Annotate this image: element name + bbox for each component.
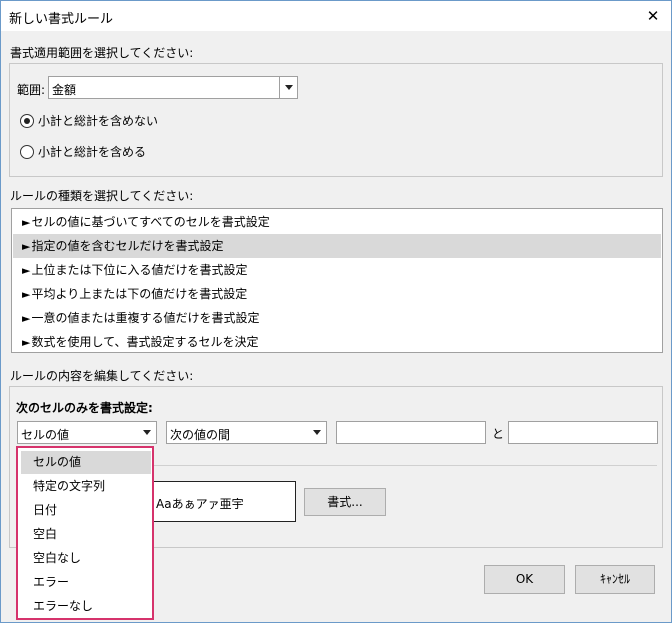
condition-label: 次のセルのみを書式設定:	[16, 401, 153, 415]
range-select-value: 金額	[52, 83, 77, 97]
cancel-button[interactable]: ｷｬﾝｾﾙ	[575, 565, 655, 594]
range-select[interactable]: 金額	[48, 76, 298, 99]
operator-select-arrow[interactable]	[308, 422, 326, 443]
format-preview: Aaあぁアァ亜宇	[148, 481, 296, 522]
chevron-down-icon	[313, 430, 321, 435]
arrow-right-icon: ►	[22, 288, 31, 301]
dropdown-option[interactable]: 空白なし	[21, 547, 151, 570]
field-select-arrow[interactable]	[138, 422, 156, 443]
preview-sample-text: Aaあぁアァ亜宇	[156, 497, 244, 511]
dropdown-option[interactable]: 特定の文字列	[21, 475, 151, 498]
arrow-right-icon: ►	[22, 312, 31, 325]
arrow-right-icon: ►	[22, 240, 31, 253]
radio-exclude-totals-control[interactable]	[20, 113, 34, 128]
and-label: と	[492, 427, 505, 441]
radio-include-totals-label: 小計と総計を含める	[38, 145, 147, 159]
rule-type-section-label: ルールの種類を選択してください:	[10, 189, 194, 203]
dropdown-option[interactable]: 空白	[21, 523, 151, 546]
rule-type-list[interactable]: ►セルの値に基づいてすべてのセルを書式設定 ►指定の値を含むセルだけを書式設定 …	[11, 208, 663, 353]
rule-type-item-label: セルの値に基づいてすべてのセルを書式設定	[31, 215, 270, 229]
rule-type-item-label: 数式を使用して、書式設定するセルを決定	[31, 335, 259, 349]
rule-type-item[interactable]: ►セルの値に基づいてすべてのセルを書式設定	[13, 210, 661, 234]
value1-input[interactable]	[336, 421, 486, 444]
ok-button[interactable]: OK	[484, 565, 565, 594]
range-select-arrow[interactable]	[279, 77, 297, 98]
operator-select-value: 次の値の間	[170, 428, 231, 442]
dropdown-option[interactable]: エラー	[21, 571, 151, 594]
arrow-right-icon: ►	[22, 216, 31, 229]
dropdown-option[interactable]: 日付	[21, 499, 151, 522]
range-label: 範囲:	[17, 83, 46, 97]
rule-type-item-label: 一意の値または重複する値だけを書式設定	[31, 311, 260, 325]
radio-include-totals[interactable]: 小計と総計を含める	[20, 143, 146, 160]
field-select-dropdown[interactable]: セルの値 特定の文字列 日付 空白 空白なし エラー エラーなし	[16, 446, 154, 620]
chevron-down-icon	[143, 430, 151, 435]
arrow-right-icon: ►	[22, 264, 31, 277]
radio-include-totals-control[interactable]	[20, 144, 34, 159]
rule-type-item-label: 指定の値を含むセルだけを書式設定	[31, 239, 224, 253]
dropdown-option[interactable]: セルの値	[21, 451, 151, 474]
dropdown-option[interactable]: エラーなし	[21, 595, 151, 618]
rule-type-item[interactable]: ►一意の値または重複する値だけを書式設定	[13, 306, 661, 330]
value2-input[interactable]	[508, 421, 658, 444]
radio-exclude-totals[interactable]: 小計と総計を含めない	[20, 112, 158, 129]
close-button[interactable]: ✕	[642, 6, 664, 26]
rule-type-item[interactable]: ►平均より上または下の値だけを書式設定	[13, 282, 661, 306]
field-select-value: セルの値	[21, 428, 70, 442]
title-bar: 新しい書式ルール ✕	[1, 1, 671, 31]
format-button[interactable]: 書式...	[304, 488, 386, 516]
field-select[interactable]: セルの値	[17, 421, 157, 444]
rule-type-item[interactable]: ►上位または下位に入る値だけを書式設定	[13, 258, 661, 282]
rule-edit-section-label: ルールの内容を編集してください:	[10, 369, 194, 383]
operator-select[interactable]: 次の値の間	[166, 421, 327, 444]
rule-type-item-label: 平均より上または下の値だけを書式設定	[31, 287, 248, 301]
scope-section-label: 書式適用範囲を選択してください:	[10, 46, 194, 60]
chevron-down-icon	[285, 85, 293, 90]
dialog-title: 新しい書式ルール	[9, 12, 114, 27]
arrow-right-icon: ►	[22, 336, 31, 349]
new-format-rule-dialog: 新しい書式ルール ✕ 書式適用範囲を選択してください: 範囲: 金額 小計と総計…	[0, 0, 672, 623]
rule-type-item[interactable]: ►指定の値を含むセルだけを書式設定	[13, 234, 661, 258]
radio-exclude-totals-label: 小計と総計を含めない	[38, 114, 159, 128]
close-icon: ✕	[646, 7, 660, 25]
scope-panel: 範囲: 金額 小計と総計を含めない 小計と総計を含める	[9, 63, 663, 177]
rule-type-item[interactable]: ►数式を使用して、書式設定するセルを決定	[13, 330, 661, 354]
rule-type-item-label: 上位または下位に入る値だけを書式設定	[31, 263, 248, 277]
